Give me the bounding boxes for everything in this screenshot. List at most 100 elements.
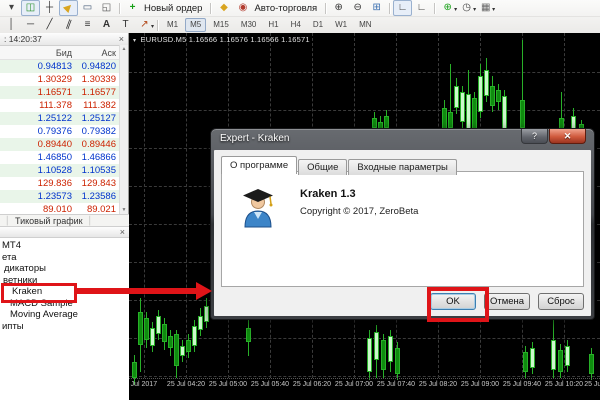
time-axis-label: 25 Jul 05:00 [209,381,247,388]
trendline-icon[interactable]: ╱ [40,17,59,33]
left-panel: : 14:20:37 × Бид Аск 0.948130.948201.303… [0,33,129,400]
grid-line [129,72,600,73]
fibonacci-icon[interactable]: ≡ [78,17,97,33]
navigator-item-мт4[interactable]: МТ4 [0,240,129,252]
toolbar-overflow-caret[interactable]: ▾ [2,0,21,16]
close-icon[interactable]: × [119,35,124,44]
candlestick [180,346,185,356]
navigator-item-дикаторы[interactable]: дикаторы [0,263,129,275]
expert-hat-icon[interactable]: ◆ [214,0,233,16]
dialog-close-button[interactable]: ✕ [549,129,586,144]
toolbar-separator [157,20,158,31]
navigator-item-moving-average[interactable]: Moving Average [0,309,129,321]
reset-button[interactable]: Сброс [538,293,584,310]
ask-value: 1.46866 [72,151,116,164]
timeframe-w1[interactable]: W1 [330,18,352,32]
chart-shift-icon[interactable]: ∟ [393,0,412,16]
label-tool-icon: T [122,18,128,32]
candlestick [168,336,173,348]
chart-caret-icon: ▾ [133,38,136,44]
timeframe-m15[interactable]: M15 [208,18,234,32]
market-watch-column-headers: Бид Аск [0,46,128,60]
bid-column-header[interactable]: Бид [26,48,72,58]
market-watch-row[interactable]: 1.468501.46866 [0,151,128,164]
dialog-tab-общие[interactable]: Общие [298,159,347,175]
indicators-icon[interactable]: ⊕▾ [438,0,457,16]
navigator-item-ипты[interactable]: ипты [0,321,129,333]
dialog-content: Kraken 1.3 Copyright © 2017, ZeroBeta [221,171,584,287]
cursor-icon[interactable]: ▶ [59,0,78,16]
dialog-footer: OKОтменаСброс [221,290,584,312]
market-watch-row[interactable]: 111.378111.382 [0,99,128,112]
market-watch-row[interactable]: 129.836129.843 [0,177,128,190]
zoom-out-icon: ⊖ [353,1,361,15]
timeframe-h4[interactable]: H4 [286,18,306,32]
new-order-label[interactable]: Новый ордер [144,3,202,14]
dialog-tab-о-программе[interactable]: О программе [221,156,297,174]
ask-column-header[interactable]: Аск [72,48,116,58]
market-watch-row[interactable]: 0.948130.94820 [0,60,128,73]
annotation-ok-box [427,287,489,322]
expert-advisor-icon [236,185,280,229]
market-watch-time: : 14:20:37 [4,34,42,44]
market-watch-row[interactable]: 0.894400.89446 [0,138,128,151]
bid-value: 0.94813 [26,60,72,73]
tile-windows-icon[interactable]: ⊞ [367,0,386,16]
zoom-box-icon[interactable]: ◱ [97,0,116,16]
scroll-down-icon[interactable]: ▼ [122,207,127,213]
market-watch-scrollbar[interactable]: ▲ ▼ [119,45,128,214]
timeframe-m5[interactable]: M5 [185,18,206,32]
chevron-down-icon: ▾ [151,20,154,34]
auto-trading-icon[interactable]: ◉ [233,0,252,16]
timeframe-m30[interactable]: M30 [236,18,262,32]
candlestick-chart-icon[interactable]: ◫ [21,0,40,16]
market-watch-row[interactable]: 1.165711.16577 [0,86,128,99]
candlestick [589,354,594,374]
cancel-button[interactable]: Отмена [484,293,530,310]
market-watch-row[interactable]: 1.251221.25127 [0,112,128,125]
horizontal-line-icon[interactable]: ─ [21,17,40,33]
zoom-out-icon[interactable]: ⊖ [348,0,367,16]
timeframe-h1[interactable]: H1 [263,18,283,32]
candlestick [472,98,477,130]
auto-trading-label[interactable]: Авто-торговля [254,3,317,14]
dialog-tab-входные-параметры[interactable]: Входные параметры [348,159,456,175]
time-axis-label: 25 Jul 08:20 [419,381,457,388]
market-watch-row[interactable]: 0.793760.79382 [0,125,128,138]
expert-hat-icon: ◆ [220,1,228,15]
zoom-in-icon[interactable]: ⊕ [329,0,348,16]
vertical-line-icon[interactable]: │ [2,17,21,33]
periods-icon[interactable]: ◷▾ [457,0,476,16]
tick-chart-tab[interactable]: │ Тиковый график │ [0,214,129,227]
new-order-icon[interactable]: + [123,0,142,16]
candlestick [204,306,209,322]
market-watch-row[interactable]: 1.105281.10535 [0,164,128,177]
dialog-body: О программеОбщиеВходные параметры Kraken… [214,150,591,316]
equidistant-channel-icon[interactable]: ∥ [59,17,78,33]
templates-icon[interactable]: ▦▾ [476,0,495,16]
market-watch-row[interactable]: 1.235731.23586 [0,190,128,203]
help-button[interactable]: ? [521,129,548,144]
annotation-kraken-box [1,283,77,303]
candlestick [198,316,203,330]
text-tool-icon[interactable]: A [97,17,116,33]
market-watch-row[interactable]: 1.303291.30339 [0,73,128,86]
toolbar-overflow-caret: ▾ [9,1,14,15]
arrows-tool-icon[interactable]: ↗▾ [135,17,154,33]
close-icon[interactable]: × [120,228,125,237]
timeframe-m1[interactable]: M1 [162,18,183,32]
time-axis-label: 25 Jul 07:40 [377,381,415,388]
label-tool-icon[interactable]: T [116,17,135,33]
scroll-up-icon[interactable]: ▲ [122,46,127,52]
candlestick [192,326,197,346]
new-order-icon: + [130,1,136,15]
navigator-item-ета[interactable]: ета [0,252,129,264]
candlestick [384,116,389,128]
window-icon[interactable]: ▭ [78,0,97,16]
timeframe-mn[interactable]: MN [354,18,376,32]
candlestick [558,350,563,372]
crosshair-icon[interactable]: ┼ [40,0,59,16]
chart-autoscroll-icon[interactable]: ∟ [412,0,431,16]
ask-value: 0.94820 [72,60,116,73]
timeframe-d1[interactable]: D1 [308,18,328,32]
